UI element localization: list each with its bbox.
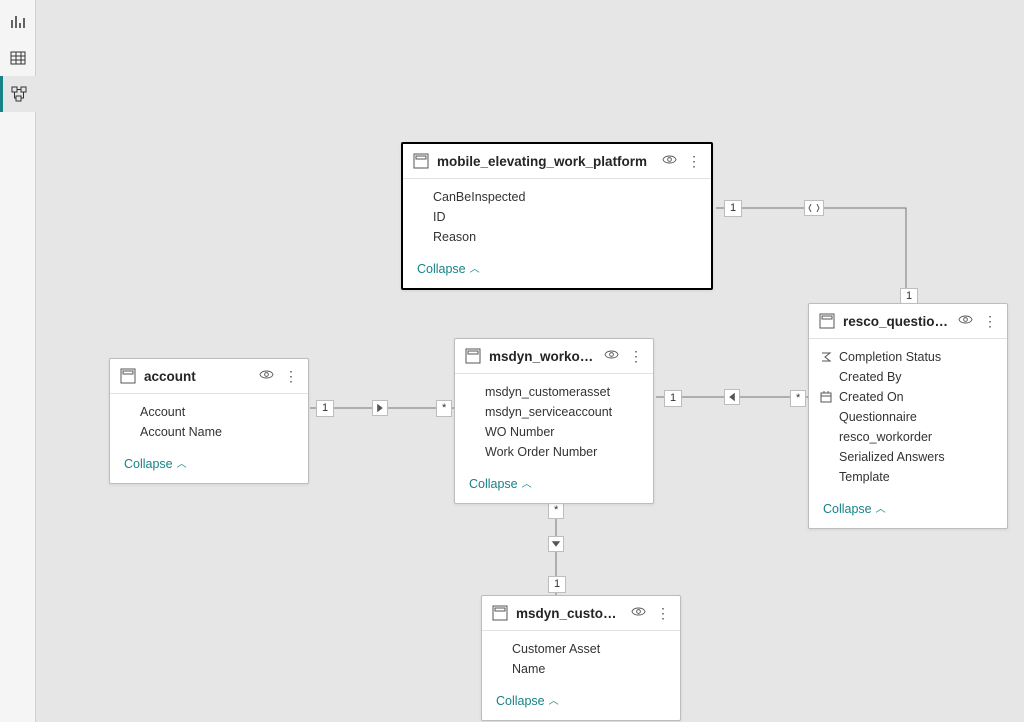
visibility-toggle-icon[interactable] (958, 312, 973, 330)
table-name: msdyn_customerasset (516, 606, 623, 621)
visibility-toggle-icon[interactable] (631, 604, 646, 622)
more-options-icon[interactable]: ⋮ (983, 314, 997, 328)
collapse-button[interactable]: Collapse︿ (110, 448, 308, 483)
left-nav-rail (0, 0, 36, 722)
table-questionnaire[interactable]: resco_questionnaire ⋮ Completion Status … (808, 303, 1008, 529)
table-header[interactable]: account ⋮ (110, 359, 308, 394)
field-item[interactable]: Questionnaire (819, 407, 1001, 427)
field-item[interactable]: Reason (413, 227, 705, 247)
field-list: msdyn_customerasset msdyn_serviceaccount… (455, 374, 653, 468)
field-item[interactable]: msdyn_customerasset (465, 382, 647, 402)
table-name: resco_questionnaire (843, 314, 950, 329)
calendar-icon (819, 390, 833, 404)
report-view-button[interactable] (0, 4, 36, 40)
field-item[interactable]: Account (120, 402, 302, 422)
table-name: account (144, 369, 251, 384)
collapse-button[interactable]: Collapse︿ (482, 685, 680, 720)
table-workorder[interactable]: msdyn_workorder ⋮ msdyn_customerasset ms… (454, 338, 654, 504)
table-icon (120, 368, 136, 384)
field-item[interactable]: WO Number (465, 422, 647, 442)
filter-direction-icon (548, 536, 564, 552)
visibility-toggle-icon[interactable] (604, 347, 619, 365)
field-item[interactable]: msdyn_serviceaccount (465, 402, 647, 422)
sigma-icon (819, 350, 833, 364)
field-item[interactable]: Completion Status (819, 347, 1001, 367)
more-options-icon[interactable]: ⋮ (629, 349, 643, 363)
model-view-button[interactable] (0, 76, 36, 112)
table-header[interactable]: mobile_elevating_work_platform ⋮ (403, 144, 711, 179)
field-list: CanBeInspected ID Reason (403, 179, 711, 253)
cardinality-many: * (790, 390, 806, 407)
field-item[interactable]: CanBeInspected (413, 187, 705, 207)
field-item[interactable]: Created On (819, 387, 1001, 407)
field-item[interactable]: Work Order Number (465, 442, 647, 462)
filter-direction-icon (724, 389, 740, 405)
table-customerasset[interactable]: msdyn_customerasset ⋮ Customer Asset Nam… (481, 595, 681, 721)
filter-direction-icon (372, 400, 388, 416)
collapse-button[interactable]: Collapse︿ (455, 468, 653, 503)
field-list: Completion Status Created By Created On … (809, 339, 1007, 493)
visibility-toggle-icon[interactable] (662, 152, 677, 170)
cardinality-one: 1 (664, 390, 682, 407)
more-options-icon[interactable]: ⋮ (656, 606, 670, 620)
field-item[interactable]: Serialized Answers (819, 447, 1001, 467)
field-item[interactable]: Customer Asset (492, 639, 674, 659)
table-icon (819, 313, 835, 329)
table-header[interactable]: msdyn_workorder ⋮ (455, 339, 653, 374)
table-header[interactable]: msdyn_customerasset ⋮ (482, 596, 680, 631)
chevron-up-icon: ︿ (177, 455, 187, 470)
field-item[interactable]: resco_workorder (819, 427, 1001, 447)
visibility-toggle-icon[interactable] (259, 367, 274, 385)
more-options-icon[interactable]: ⋮ (284, 369, 298, 383)
collapse-button[interactable]: Collapse︿ (809, 493, 1007, 528)
model-canvas[interactable]: 1 1 1 * 1 * * 1 mobile_elevating_work_pl… (36, 0, 1024, 722)
field-list: Account Account Name (110, 394, 308, 448)
chevron-up-icon: ︿ (876, 500, 886, 515)
cardinality-one: 1 (724, 200, 742, 217)
cardinality-many: * (548, 502, 564, 519)
table-icon (413, 153, 429, 169)
chevron-up-icon: ︿ (522, 475, 532, 490)
table-icon (492, 605, 508, 621)
cardinality-one: 1 (316, 400, 334, 417)
table-account[interactable]: account ⋮ Account Account Name Collapse︿ (109, 358, 309, 484)
table-header[interactable]: resco_questionnaire ⋮ (809, 304, 1007, 339)
table-name: mobile_elevating_work_platform (437, 154, 654, 169)
field-item[interactable]: Name (492, 659, 674, 679)
chevron-up-icon: ︿ (470, 260, 480, 275)
filter-direction-icon (804, 200, 824, 216)
cardinality-many: * (436, 400, 452, 417)
cardinality-one: 1 (548, 576, 566, 593)
table-icon (465, 348, 481, 364)
field-list: Customer Asset Name (482, 631, 680, 685)
more-options-icon[interactable]: ⋮ (687, 154, 701, 168)
table-mobile-elevating-work-platform[interactable]: mobile_elevating_work_platform ⋮ CanBeIn… (401, 142, 713, 290)
data-view-button[interactable] (0, 40, 36, 76)
field-item[interactable]: Created By (819, 367, 1001, 387)
field-item[interactable]: Template (819, 467, 1001, 487)
field-item[interactable]: ID (413, 207, 705, 227)
chevron-up-icon: ︿ (549, 692, 559, 707)
table-name: msdyn_workorder (489, 349, 596, 364)
field-item[interactable]: Account Name (120, 422, 302, 442)
collapse-button[interactable]: Collapse︿ (403, 253, 711, 288)
